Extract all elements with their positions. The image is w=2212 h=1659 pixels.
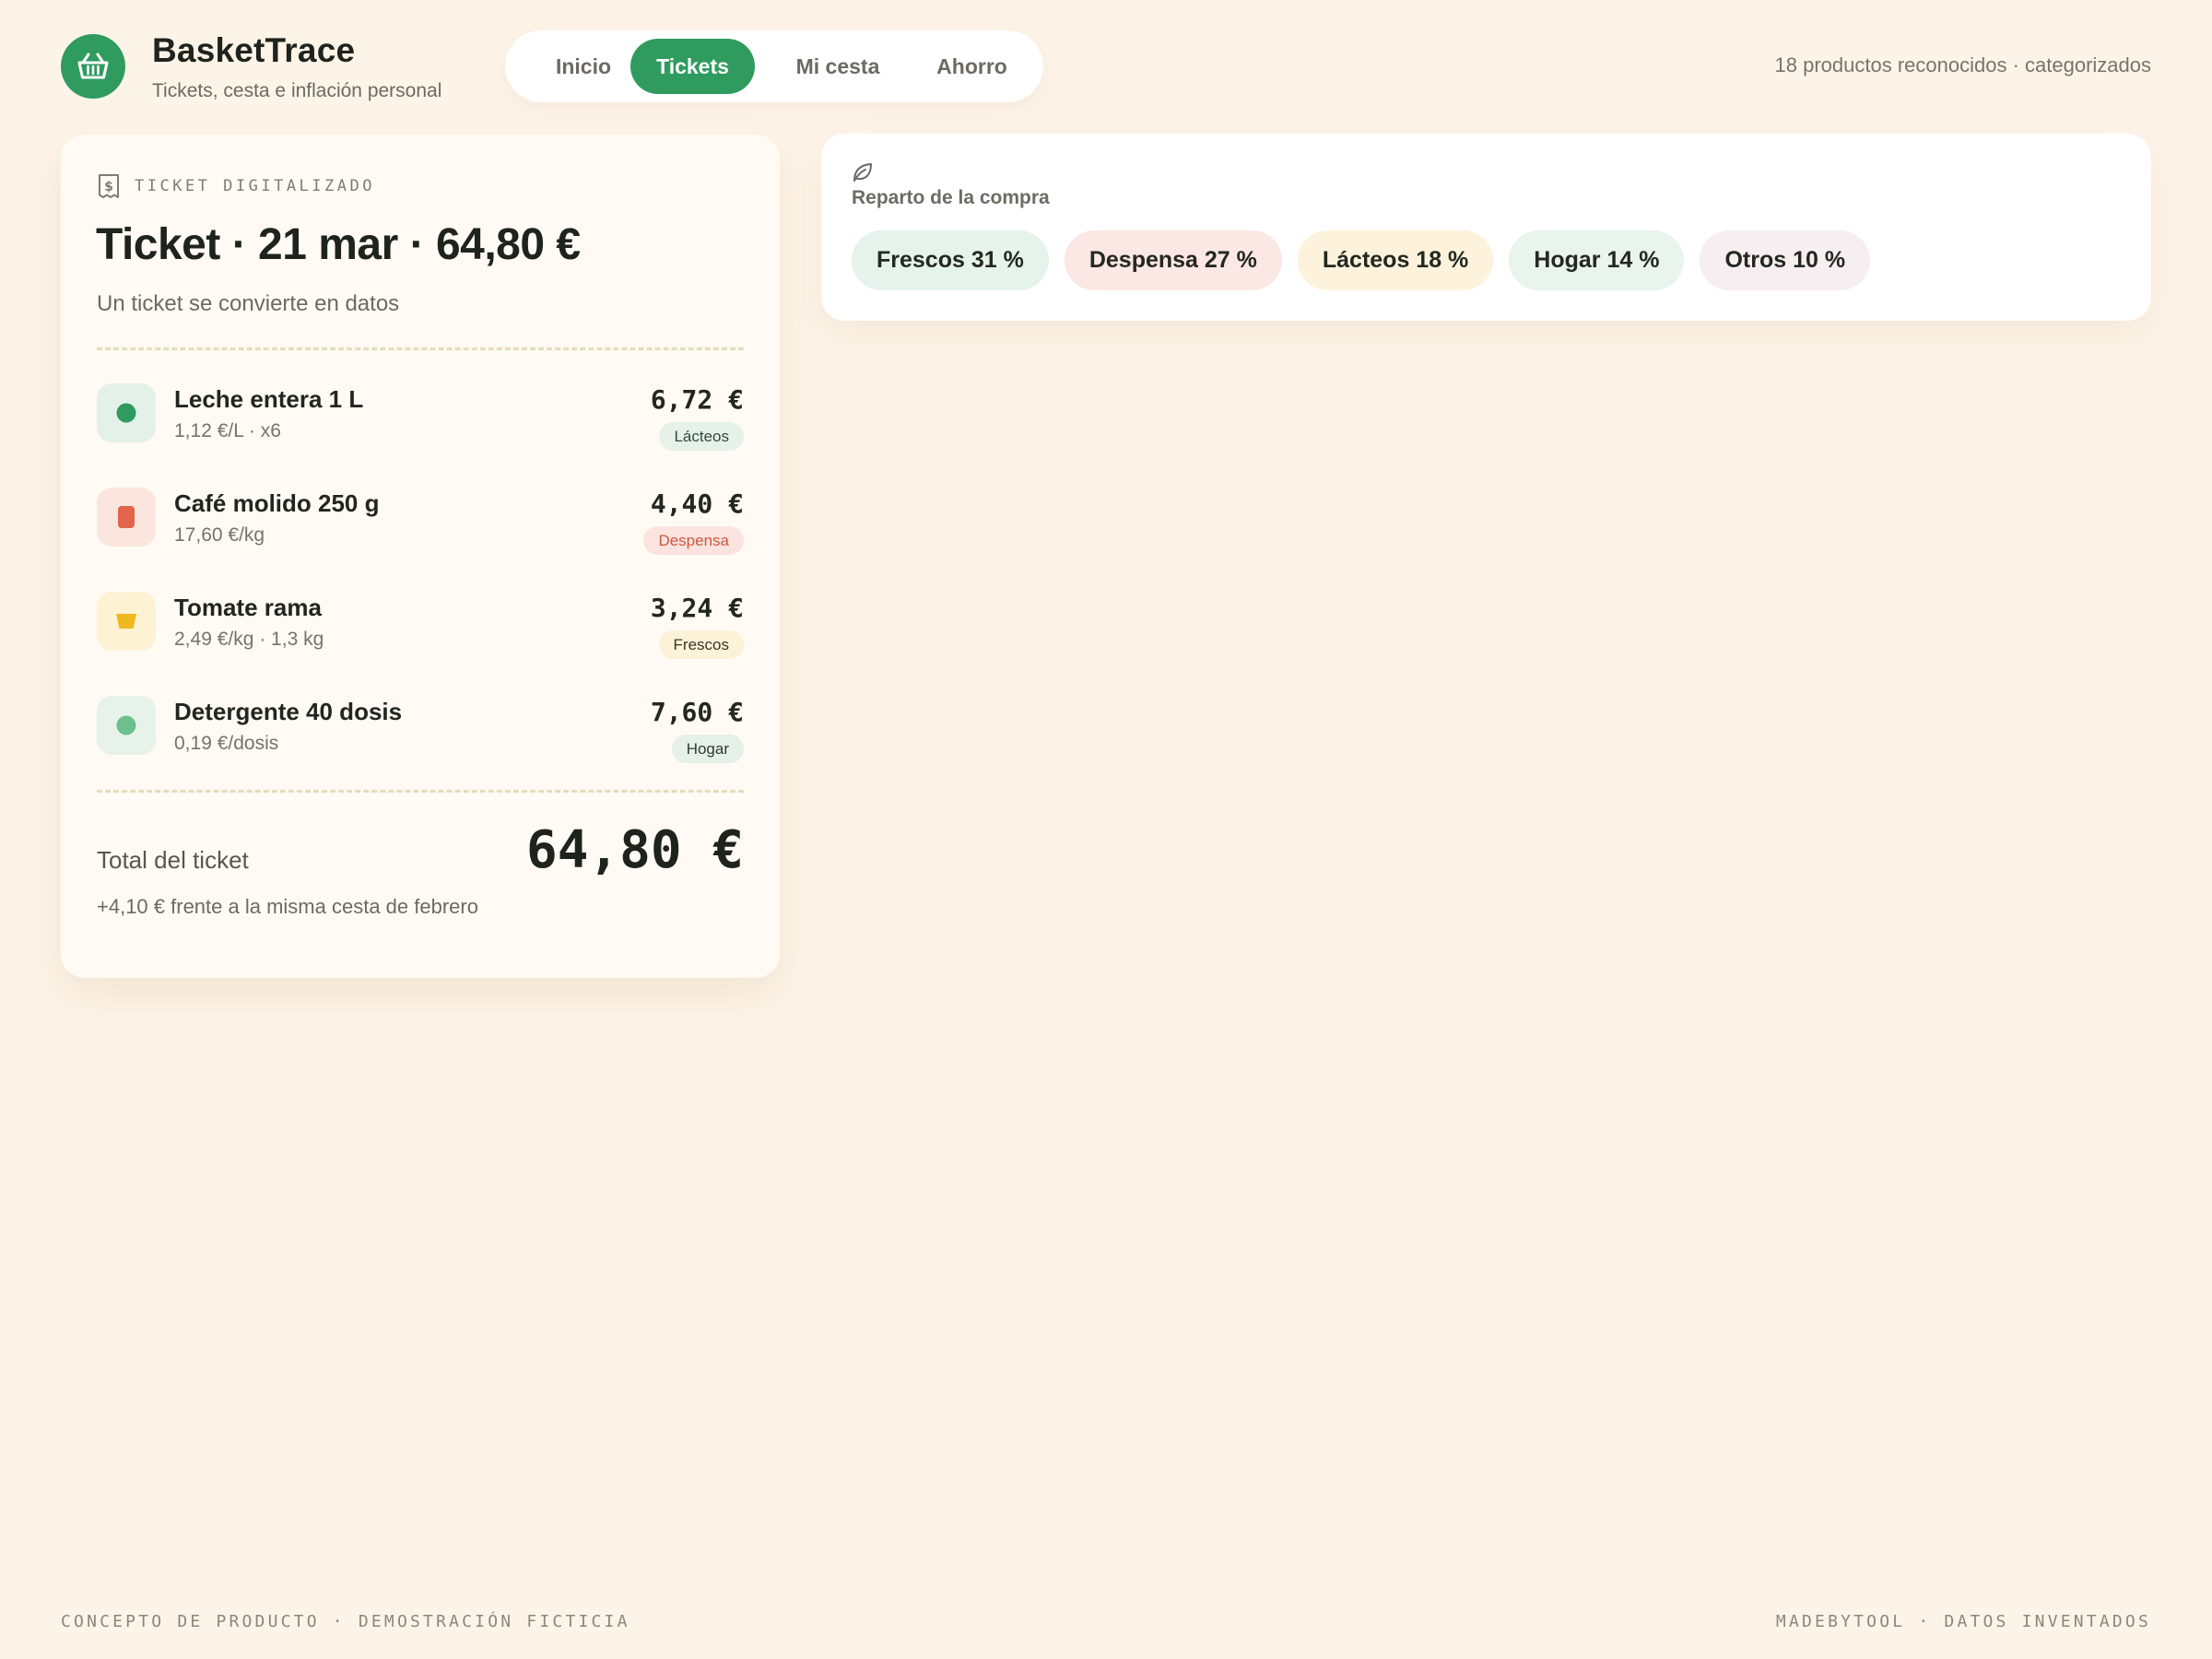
item-name: Leche entera 1 L — [174, 385, 364, 413]
leaf-icon — [853, 163, 872, 182]
receipt-icon: $ — [99, 174, 119, 198]
product-icon-box — [97, 488, 156, 547]
footer-disclaimer: CONCEPTO DE PRODUCTO · DEMOSTRACIÓN FICT… — [61, 1612, 630, 1631]
ticket-title: Ticket · 21 mar · 64,80 € — [96, 220, 581, 269]
category-badge: Frescos — [658, 630, 744, 659]
product-icon-box — [97, 592, 156, 651]
item-detail: 17,60 €/kg — [174, 524, 265, 546]
item-price: 3,24 € — [650, 593, 744, 623]
ticket-line-item[interactable]: Detergente 40 dosis 0,19 €/dosis 7,60 € … — [97, 694, 744, 763]
total-label: Total del ticket — [97, 846, 249, 874]
dot-icon — [116, 715, 136, 735]
ticket-subtitle: Un ticket se convierte en datos — [97, 291, 400, 316]
tab-inicio[interactable]: Inicio — [524, 39, 643, 94]
total-value: 64,80 € — [525, 820, 744, 880]
item-detail: 1,12 €/L · x6 — [174, 420, 281, 441]
tab-ahorro[interactable]: Ahorro — [914, 39, 1030, 94]
app-header: BasketTrace Tickets, cesta e inflación p… — [0, 0, 2212, 129]
chip-otros[interactable]: Otros 10 % — [1700, 230, 1871, 290]
app-tagline: Tickets, cesta e inflación personal — [152, 80, 442, 101]
ticket-line-item[interactable]: Tomate rama 2,49 €/kg · 1,3 kg 3,24 € Fr… — [97, 590, 744, 659]
basket-icon — [77, 53, 109, 79]
chip-hogar[interactable]: Hogar 14 % — [1509, 230, 1685, 290]
item-detail: 2,49 €/kg · 1,3 kg — [174, 629, 324, 650]
item-name: Café molido 250 g — [174, 489, 380, 517]
chip-despensa[interactable]: Despensa 27 % — [1064, 230, 1282, 290]
item-price: 4,40 € — [650, 488, 744, 519]
svg-text:$: $ — [104, 180, 113, 194]
category-badge: Despensa — [643, 526, 744, 555]
category-badge: Hogar — [671, 735, 744, 763]
ticket-line-item[interactable]: Café molido 250 g 17,60 €/kg 4,40 € Desp… — [97, 486, 744, 555]
ticket-kicker: $ TICKET DIGITALIZADO — [98, 173, 375, 199]
square-icon — [118, 506, 135, 528]
cup-icon — [116, 614, 136, 629]
tab-mi-cesta[interactable]: Mi cesta — [769, 39, 907, 94]
category-badge: Lácteos — [659, 422, 744, 451]
ticket-divider — [97, 790, 744, 793]
breakdown-title: Reparto de la compra — [852, 187, 1050, 208]
ticket-card: $ TICKET DIGITALIZADO Ticket · 21 mar · … — [61, 135, 780, 978]
recognition-status: 18 productos reconocidos · categorizados — [1774, 53, 2151, 76]
chip-lacteos[interactable]: Lácteos 18 % — [1297, 230, 1494, 290]
month-comparison: +4,10 € frente a la misma cesta de febre… — [97, 895, 478, 918]
item-detail: 0,19 €/dosis — [174, 733, 279, 754]
chip-frescos[interactable]: Frescos 31 % — [852, 230, 1049, 290]
ticket-line-item[interactable]: Leche entera 1 L 1,12 €/L · x6 6,72 € Lá… — [97, 382, 744, 451]
ticket-divider — [97, 347, 744, 350]
app-logo[interactable] — [61, 34, 125, 99]
tab-tickets[interactable]: Tickets — [630, 39, 755, 94]
item-name: Detergente 40 dosis — [174, 698, 403, 725]
purchase-breakdown-card: Reparto de la compra Frescos 31 % Despen… — [821, 134, 2151, 321]
ticket-kicker-label: TICKET DIGITALIZADO — [135, 177, 375, 195]
footer-credit: MADEBYTOOL · DATOS INVENTADOS — [1775, 1612, 2151, 1631]
item-name: Tomate rama — [174, 594, 322, 621]
item-price: 6,72 € — [650, 384, 744, 415]
product-icon-box — [97, 383, 156, 442]
product-icon-box — [97, 696, 156, 755]
item-price: 7,60 € — [650, 697, 744, 727]
dot-icon — [116, 403, 136, 423]
category-chips: Frescos 31 % Despensa 27 % Lácteos 18 % … — [852, 230, 1871, 290]
main-nav: Inicio Tickets Mi cesta Ahorro — [505, 30, 1043, 102]
app-name: BasketTrace — [152, 31, 356, 69]
